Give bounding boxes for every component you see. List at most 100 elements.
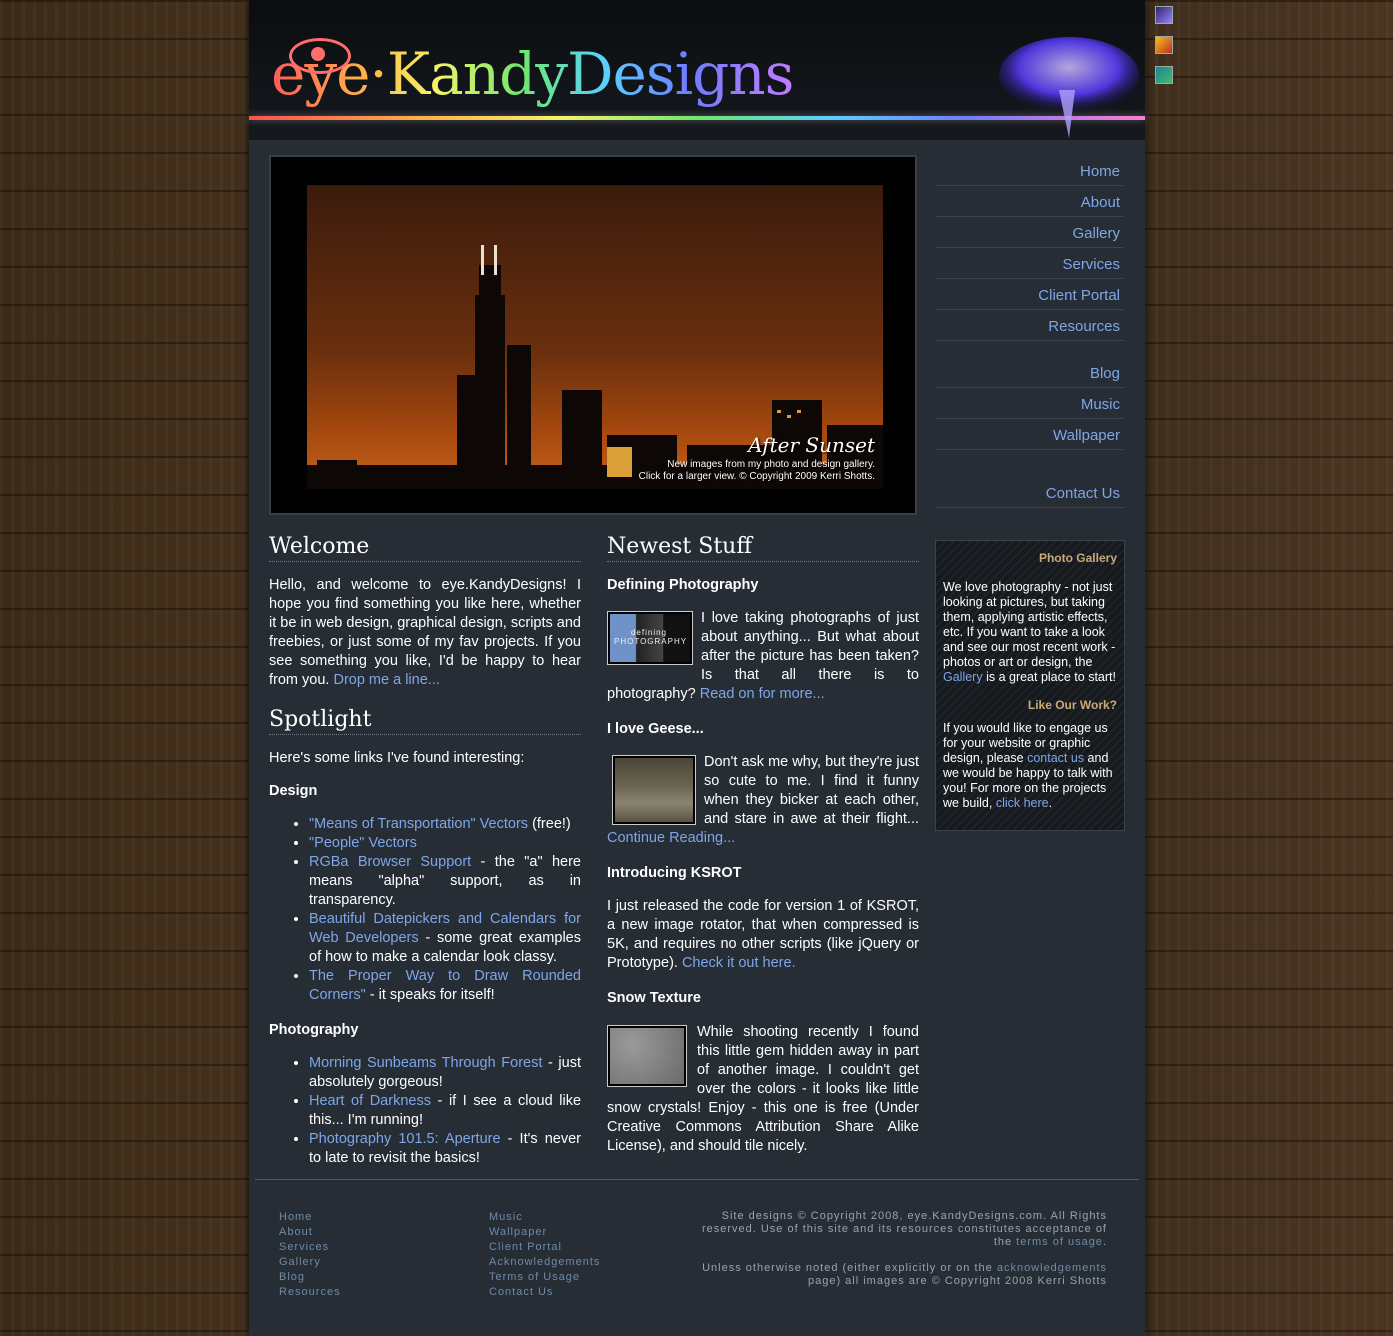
- list-item-text: (free!): [528, 816, 571, 832]
- news-item: Snow Texture While shooting recently I f…: [607, 989, 919, 1156]
- list-item: The Proper Way to Draw Rounded Corners" …: [309, 967, 581, 1005]
- thumb-label: defining PHOTOGRAPHY: [614, 628, 688, 646]
- footer-link-contact[interactable]: Contact Us: [489, 1285, 600, 1300]
- footer-link-services[interactable]: Services: [279, 1240, 341, 1255]
- nav-wallpaper[interactable]: Wallpaper: [936, 419, 1124, 450]
- contact-us-link[interactable]: contact us: [1027, 751, 1084, 765]
- sunset-thumbnail-icon[interactable]: [1155, 6, 1173, 24]
- footer-link-gallery[interactable]: Gallery: [279, 1255, 341, 1270]
- news-title: Defining Photography: [607, 577, 759, 593]
- read-more-link[interactable]: Read on for more...: [700, 686, 825, 702]
- footer-links-col2: Music Wallpaper Client Portal Acknowledg…: [489, 1210, 600, 1300]
- footer-copyright: Site designs © Copyright 2008, eye.Kandy…: [687, 1210, 1107, 1288]
- footer-link-wallpaper[interactable]: Wallpaper: [489, 1225, 600, 1240]
- design-links-list: "Means of Transportation" Vectors (free!…: [269, 815, 581, 1005]
- drop-me-a-line-link[interactable]: Drop me a line...: [333, 672, 439, 688]
- nav-about[interactable]: About: [936, 186, 1124, 217]
- feature-caption: New images from my photo and design gall…: [639, 459, 875, 483]
- footer-link-client-portal[interactable]: Client Portal: [489, 1240, 600, 1255]
- spotlight-link[interactable]: Photography 101.5: Aperture: [309, 1131, 501, 1147]
- footer-links-col1: Home About Services Gallery Blog Resourc…: [279, 1210, 341, 1300]
- news-item: Defining Photography defining PHOTOGRAPH…: [607, 576, 919, 704]
- welcome-heading: Welcome: [269, 535, 581, 562]
- spotlight-link[interactable]: "Means of Transportation" Vectors: [309, 816, 528, 832]
- footer-link-music[interactable]: Music: [489, 1210, 600, 1225]
- news-item: I love Geese... Don't ask me why, but th…: [607, 720, 919, 848]
- spotlight-link[interactable]: RGBa Browser Support: [309, 854, 471, 870]
- nav-music[interactable]: Music: [936, 388, 1124, 419]
- main-nav: Home About Gallery Services Client Porta…: [936, 155, 1124, 508]
- paint-splash-icon: [999, 37, 1139, 138]
- nav-contact-us[interactable]: Contact Us: [936, 477, 1124, 508]
- feature-title: After Sunset: [748, 433, 875, 457]
- list-item: Heart of Darkness - if I see a cloud lik…: [309, 1092, 581, 1130]
- news-title: I love Geese...: [607, 721, 704, 737]
- spotlight-link[interactable]: "People" Vectors: [309, 835, 417, 851]
- design-subheading: Design: [269, 783, 318, 799]
- gallery-text-part: We love photography - not just looking a…: [943, 580, 1116, 669]
- footer-link-acknowledgements[interactable]: Acknowledgements: [489, 1255, 600, 1270]
- nav-blog[interactable]: Blog: [936, 357, 1124, 388]
- terms-of-usage-link[interactable]: terms of usage: [1016, 1236, 1103, 1248]
- footer-link-resources[interactable]: Resources: [279, 1285, 341, 1300]
- footer-link-terms[interactable]: Terms of Usage: [489, 1270, 600, 1285]
- photo-gallery-heading: Photo Gallery: [1038, 551, 1117, 565]
- welcome-text: Hello, and welcome to eye.KandyDesigns! …: [269, 576, 581, 690]
- read-more-link[interactable]: Continue Reading...: [607, 830, 735, 846]
- middle-column: Newest Stuff Defining Photography defini…: [607, 535, 919, 1172]
- featured-photo[interactable]: After Sunset New images from my photo an…: [307, 185, 883, 489]
- spotlight-intro: Here's some links I've found interesting…: [269, 750, 525, 766]
- news-thumbnail[interactable]: defining PHOTOGRAPHY: [607, 611, 693, 665]
- list-item: "Means of Transportation" Vectors (free!…: [309, 815, 581, 834]
- nav-home[interactable]: Home: [936, 155, 1124, 186]
- featured-image-frame: After Sunset New images from my photo an…: [269, 155, 917, 515]
- left-column: Welcome Hello, and welcome to eye.KandyD…: [269, 535, 581, 1182]
- spotlight-heading: Spotlight: [269, 708, 581, 735]
- spotlight-link[interactable]: Heart of Darkness: [309, 1093, 431, 1109]
- acknowledgements-link[interactable]: acknowledgements: [997, 1262, 1107, 1274]
- footer-link-about[interactable]: About: [279, 1225, 341, 1240]
- gallery-text-part: is a great place to start!: [982, 670, 1116, 684]
- feature-caption-line1: New images from my photo and design gall…: [667, 459, 875, 470]
- list-item: Beautiful Datepickers and Calendars for …: [309, 910, 581, 967]
- news-title: Snow Texture: [607, 990, 701, 1006]
- geese-thumbnail: [615, 758, 693, 822]
- flower-thumbnail-icon[interactable]: [1155, 36, 1173, 54]
- photography-links-list: Morning Sunbeams Through Forest - just a…: [269, 1054, 581, 1168]
- spotlight-link[interactable]: Morning Sunbeams Through Forest: [309, 1055, 542, 1071]
- page-container: eye·KandyDesigns After Sunset New images…: [249, 0, 1145, 1336]
- footer-divider: [255, 1179, 1139, 1180]
- feature-caption-line2: Click for a larger view. © Copyright 200…: [638, 471, 875, 482]
- copyright-text: Unless otherwise noted (either explicitl…: [702, 1262, 997, 1274]
- list-item-text: - it speaks for itself!: [365, 987, 495, 1003]
- like-our-work-text: If you would like to engage us for your …: [943, 721, 1117, 811]
- copyright-text: page) all images are © Copyright 2008 Ke…: [807, 1275, 1107, 1287]
- newest-stuff-heading: Newest Stuff: [607, 535, 919, 562]
- like-our-work-heading: Like Our Work?: [1027, 698, 1117, 712]
- footer-link-home[interactable]: Home: [279, 1210, 341, 1225]
- list-item: Photography 101.5: Aperture - It's never…: [309, 1130, 581, 1168]
- defining-photography-thumbnail: defining PHOTOGRAPHY: [610, 614, 690, 662]
- nav-client-portal[interactable]: Client Portal: [936, 279, 1124, 310]
- news-thumbnail[interactable]: [612, 755, 696, 825]
- sidebar-info-box: Photo Gallery We love photography - not …: [935, 540, 1125, 831]
- footer-link-blog[interactable]: Blog: [279, 1270, 341, 1285]
- list-item: RGBa Browser Support - the "a" here mean…: [309, 853, 581, 910]
- list-item: "People" Vectors: [309, 834, 581, 853]
- news-title: Introducing KSROT: [607, 865, 742, 881]
- read-more-link[interactable]: Check it out here.: [682, 955, 796, 971]
- landscape-thumbnail-icon[interactable]: [1155, 66, 1173, 84]
- nav-services[interactable]: Services: [936, 248, 1124, 279]
- nav-resources[interactable]: Resources: [936, 310, 1124, 341]
- list-item: Morning Sunbeams Through Forest - just a…: [309, 1054, 581, 1092]
- click-here-link[interactable]: click here: [996, 796, 1049, 810]
- news-thumbnail[interactable]: [607, 1025, 687, 1087]
- nav-gallery[interactable]: Gallery: [936, 217, 1124, 248]
- copyright-line2: Unless otherwise noted (either explicitl…: [687, 1262, 1107, 1288]
- news-text: Don't ask me why, but they're just so cu…: [704, 754, 919, 827]
- gallery-link[interactable]: Gallery: [943, 670, 983, 684]
- work-text-part: .: [1048, 796, 1053, 810]
- news-item: Introducing KSROT I just released the co…: [607, 864, 919, 973]
